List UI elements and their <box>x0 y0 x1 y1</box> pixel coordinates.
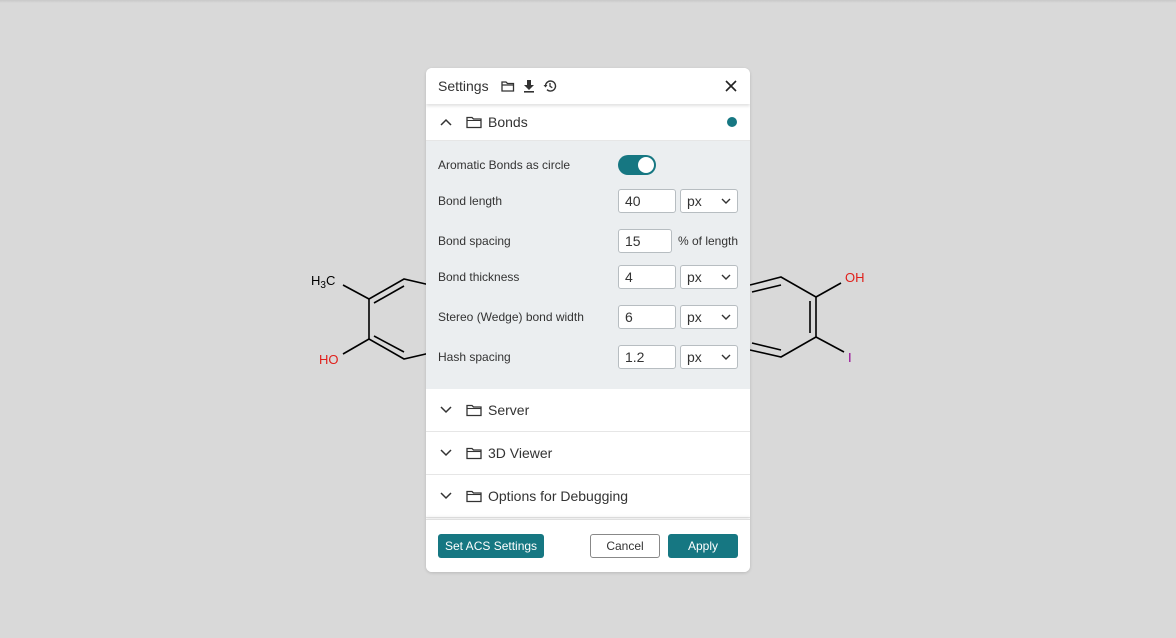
section-3d-viewer-label: 3D Viewer <box>488 445 553 461</box>
bond-spacing-suffix: % of length <box>677 234 739 248</box>
hydroxyl-label-right: OH <box>845 270 865 285</box>
unit-value: px <box>687 349 702 365</box>
chevron-down-icon <box>721 314 731 320</box>
aromatic-label: Aromatic Bonds as circle <box>438 158 571 172</box>
cancel-button[interactable]: Cancel <box>590 534 660 558</box>
hash-spacing-label: Hash spacing <box>438 350 511 364</box>
setting-row-stereo-width: Stereo (Wedge) bond width px <box>438 305 738 329</box>
dialog-header: Settings <box>426 68 750 104</box>
section-debugging-header[interactable]: Options for Debugging <box>426 475 750 518</box>
stereo-width-input[interactable] <box>618 305 676 329</box>
folder-icon <box>466 403 482 417</box>
aromatic-toggle[interactable] <box>618 155 656 175</box>
bonds-settings-panel: Aromatic Bonds as circle Bond length px … <box>426 141 750 389</box>
methyl-label: H3C <box>311 273 335 291</box>
left-molecule[interactable] <box>342 278 431 360</box>
iodine-label: I <box>848 350 852 365</box>
folder-icon <box>466 115 482 129</box>
bond-spacing-label: Bond spacing <box>438 234 511 248</box>
setting-row-bond-thickness: Bond thickness px <box>438 265 738 289</box>
hash-spacing-unit-select[interactable]: px <box>680 345 738 369</box>
setting-row-bond-spacing: Bond spacing % of length <box>438 229 738 253</box>
folder-icon <box>466 489 482 503</box>
bond-hydroxyl-right <box>815 282 842 298</box>
chevron-down-icon <box>721 274 731 280</box>
unit-value: px <box>687 193 702 209</box>
chevron-down-icon <box>438 488 454 504</box>
bond-thickness-input[interactable] <box>618 265 676 289</box>
section-bonds-header[interactable]: Bonds <box>426 104 750 141</box>
setting-row-aromatic: Aromatic Bonds as circle <box>438 155 738 175</box>
section-server-header[interactable]: Server <box>426 389 750 432</box>
bond-length-label: Bond length <box>438 194 503 208</box>
chevron-down-icon <box>721 198 731 204</box>
chevron-down-icon <box>438 445 454 461</box>
stereo-width-unit-select[interactable]: px <box>680 305 738 329</box>
dialog-title: Settings <box>438 78 489 94</box>
ring-inner-bond-right-3 <box>751 342 782 351</box>
bond-hydroxyl <box>342 338 370 355</box>
dialog-footer: Set ACS Settings Cancel Apply <box>426 519 750 572</box>
setting-row-hash-spacing: Hash spacing px <box>438 345 738 369</box>
folder-icon <box>466 446 482 460</box>
chevron-up-icon <box>438 114 454 130</box>
chevron-down-icon <box>721 354 731 360</box>
hydroxyl-label-left: HO <box>319 352 339 367</box>
bond-spacing-input[interactable] <box>617 229 672 253</box>
ring-inner-bond-right-2 <box>751 284 782 293</box>
bond-iodine <box>815 336 845 353</box>
bond-thickness-label: Bond thickness <box>438 270 520 284</box>
toggle-knob <box>638 157 654 173</box>
download-icon[interactable] <box>522 79 536 93</box>
bond-length-input[interactable] <box>618 189 676 213</box>
modified-indicator <box>727 117 737 127</box>
hash-spacing-input[interactable] <box>618 345 676 369</box>
ring-bonds <box>368 278 431 360</box>
section-bonds-label: Bonds <box>488 114 528 130</box>
unit-value: px <box>687 309 702 325</box>
section-debugging-label: Options for Debugging <box>488 488 629 504</box>
close-icon[interactable] <box>724 79 738 93</box>
stereo-width-label: Stereo (Wedge) bond width <box>438 310 584 324</box>
ring-inner-bond-1 <box>373 285 405 304</box>
bond-length-unit-select[interactable]: px <box>680 189 738 213</box>
section-server-label: Server <box>488 402 530 418</box>
set-acs-settings-button[interactable]: Set ACS Settings <box>438 534 545 558</box>
apply-button[interactable]: Apply <box>668 534 738 558</box>
right-molecule[interactable] <box>749 276 845 358</box>
bond-thickness-unit-select[interactable]: px <box>680 265 738 289</box>
chevron-down-icon <box>438 402 454 418</box>
section-3d-viewer-header[interactable]: 3D Viewer <box>426 432 750 475</box>
bond-methyl <box>342 284 370 300</box>
settings-dialog: Settings Bonds Aromatic Bonds as circle <box>426 68 750 572</box>
setting-row-bond-length: Bond length px <box>438 189 738 213</box>
unit-value: px <box>687 269 702 285</box>
folder-open-icon[interactable] <box>500 79 515 93</box>
history-icon[interactable] <box>543 79 557 93</box>
